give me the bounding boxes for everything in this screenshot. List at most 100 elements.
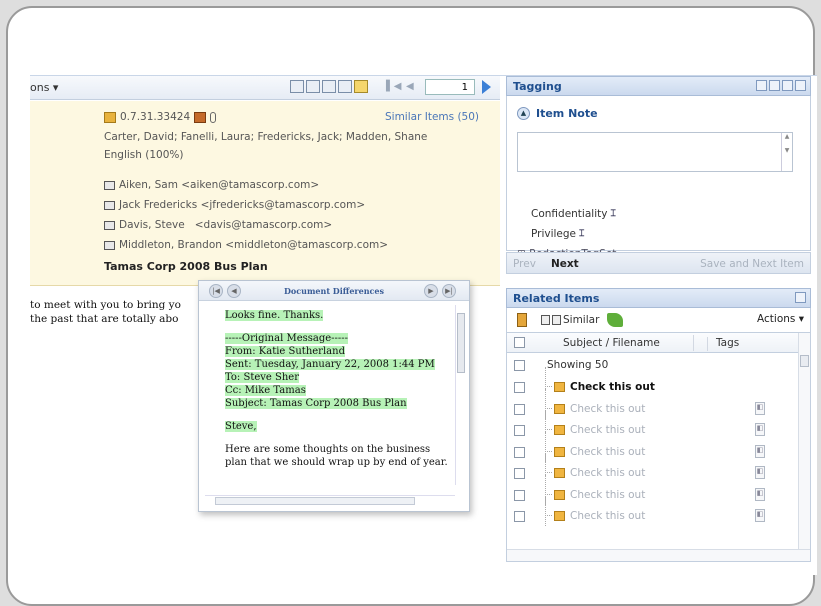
family-icon[interactable] bbox=[517, 313, 527, 327]
diff-line: Subject: Tamas Corp 2008 Bus Plan bbox=[225, 398, 407, 409]
table-row[interactable]: Check this out ◧ bbox=[507, 410, 800, 441]
related-items-title: Related Items bbox=[513, 292, 600, 305]
contact-card-icon bbox=[104, 200, 115, 210]
popup-horizontal-scrollbar[interactable] bbox=[205, 495, 455, 505]
popup-vertical-scrollbar[interactable] bbox=[455, 305, 465, 485]
language: English (100%) bbox=[104, 149, 184, 161]
row-checkbox[interactable] bbox=[514, 382, 525, 393]
similar-items-link[interactable]: Similar Items (50) bbox=[385, 111, 479, 123]
popup-last-icon[interactable]: ▶| bbox=[442, 284, 456, 298]
recipient-3[interactable]: Davis, Steve <davis@tamascorp.com> bbox=[104, 219, 332, 231]
similar-icon bbox=[552, 315, 561, 325]
table-row[interactable]: Check this out ◧ bbox=[507, 474, 800, 506]
popup-next-icon[interactable]: ▶ bbox=[424, 284, 438, 298]
tag-doc-icon[interactable]: ◧ bbox=[755, 401, 765, 415]
actions-menu[interactable]: ons ▾ bbox=[30, 81, 58, 94]
tagging-title: Tagging bbox=[513, 80, 562, 93]
related-items-header: Related Items bbox=[506, 288, 811, 308]
table-row[interactable]: Check this out ◧ bbox=[507, 431, 800, 463]
popout-icon[interactable] bbox=[795, 292, 806, 303]
tag-doc-icon[interactable]: ◧ bbox=[755, 444, 765, 458]
popout-icon[interactable] bbox=[795, 80, 806, 91]
email-icon bbox=[554, 446, 565, 457]
tag-doc-icon[interactable]: ◧ bbox=[755, 423, 765, 436]
item-note-section[interactable]: ▲ Item Note bbox=[517, 107, 598, 120]
collapse-icon[interactable] bbox=[769, 80, 780, 91]
row-checkbox[interactable] bbox=[514, 511, 525, 522]
email-icon bbox=[554, 489, 565, 500]
view-mode-button-5[interactable] bbox=[354, 80, 368, 93]
tag-tree-icon: ⌶ bbox=[579, 229, 585, 239]
view-mode-button-1[interactable] bbox=[290, 80, 304, 93]
select-all-checkbox[interactable] bbox=[514, 337, 525, 348]
table-row[interactable]: Check this out ◧ bbox=[507, 453, 800, 484]
row-checkbox[interactable] bbox=[514, 403, 525, 415]
email-icon bbox=[554, 511, 565, 521]
tagging-navigation: Prev Next Save and Next Item bbox=[506, 252, 811, 274]
participants: Carter, David; Fanelli, Laura; Frederick… bbox=[104, 131, 428, 143]
prev-button[interactable]: Prev bbox=[513, 258, 536, 270]
table-row[interactable]: Check this out ◧ bbox=[507, 496, 800, 527]
tagging-panel-header: Tagging bbox=[506, 76, 811, 96]
table-row[interactable]: Showing 50 bbox=[507, 355, 800, 376]
diff-line: Sent: Tuesday, January 22, 2008 1:44 PM bbox=[225, 359, 435, 370]
privilege-tag[interactable]: Privilege ⌶ bbox=[531, 228, 584, 240]
diff-line: To: Steve Sher bbox=[225, 372, 299, 383]
grid-horizontal-scrollbar[interactable] bbox=[507, 549, 810, 561]
row-subject: Check this out bbox=[570, 402, 646, 415]
body-line: plan that we should wrap up by end of ye… bbox=[225, 457, 448, 468]
save-and-next-button[interactable]: Save and Next Item bbox=[700, 258, 804, 270]
row-checkbox[interactable] bbox=[514, 468, 525, 479]
collapse-arrow-icon[interactable]: ▲ bbox=[517, 107, 530, 120]
showing-count: Showing 50 bbox=[547, 359, 609, 371]
tag-doc-icon[interactable]: ◧ bbox=[755, 509, 765, 522]
row-checkbox[interactable] bbox=[514, 489, 525, 501]
view-mode-buttons bbox=[290, 80, 368, 93]
item-note-input[interactable]: ▲ ▼ bbox=[517, 132, 793, 172]
next-button[interactable]: Next bbox=[551, 258, 579, 270]
leaf-icon[interactable] bbox=[607, 313, 624, 327]
viewer-toolbar: ons ▾ ▌◀ ◀ bbox=[30, 76, 500, 100]
col-subject[interactable]: Subject / Filename bbox=[563, 337, 660, 349]
expand-icon[interactable] bbox=[756, 80, 767, 91]
tag-doc-icon[interactable]: ◧ bbox=[755, 487, 765, 501]
table-row[interactable]: Check this out bbox=[507, 367, 800, 398]
email-icon bbox=[554, 382, 565, 392]
row-subject: Check this out bbox=[570, 510, 646, 522]
diff-line: From: Katie Sutherland bbox=[225, 346, 345, 357]
first-page-icon[interactable]: ▌◀ bbox=[386, 81, 401, 92]
book-icon bbox=[194, 111, 207, 123]
row-subject: Check this out bbox=[570, 381, 655, 393]
next-page-icon[interactable] bbox=[482, 80, 491, 94]
recipient-4[interactable]: Middleton, Brandon <middleton@tamascorp.… bbox=[104, 239, 388, 251]
similar-button[interactable]: Similar bbox=[541, 313, 624, 327]
recipient-1[interactable]: Aiken, Sam <aiken@tamascorp.com> bbox=[104, 179, 319, 191]
col-tags[interactable]: Tags bbox=[707, 337, 739, 351]
related-actions-menu[interactable]: Actions ▾ bbox=[757, 313, 804, 325]
prev-page-icon[interactable]: ◀ bbox=[406, 81, 414, 92]
row-subject: Check this out bbox=[570, 467, 646, 479]
page-number-input[interactable] bbox=[425, 79, 475, 95]
view-mode-button-4[interactable] bbox=[338, 80, 352, 93]
row-checkbox[interactable] bbox=[514, 446, 525, 458]
row-checkbox[interactable] bbox=[514, 360, 525, 371]
body-line: Here are some thoughts on the business bbox=[225, 444, 431, 455]
row-checkbox[interactable] bbox=[514, 425, 525, 436]
doc-id-row: 0.7.31.33424 bbox=[104, 111, 217, 123]
grid-header: Subject / Filename Tags bbox=[507, 333, 800, 353]
tag-doc-icon[interactable]: ◧ bbox=[755, 466, 765, 479]
document-viewer-pane: ons ▾ ▌◀ ◀ 0.7.31.33424 Similar Items (5… bbox=[30, 76, 500, 566]
recipient-2[interactable]: Jack Fredericks <jfredericks@tamascorp.c… bbox=[104, 199, 365, 211]
view-mode-button-3[interactable] bbox=[322, 80, 336, 93]
confidentiality-tag[interactable]: Confidentiality ⌶ bbox=[531, 208, 616, 220]
view-mode-button-2[interactable] bbox=[306, 80, 320, 93]
grid-vertical-scrollbar[interactable] bbox=[798, 333, 810, 550]
settings-icon[interactable] bbox=[782, 80, 793, 91]
diff-line: Steve, bbox=[225, 421, 257, 432]
related-items-toolbar: Similar Actions ▾ bbox=[506, 308, 811, 332]
attachment-icon bbox=[210, 111, 217, 123]
diff-line: Looks fine. Thanks. bbox=[225, 310, 324, 321]
table-row[interactable]: Check this out ◧ bbox=[507, 388, 800, 420]
note-scrollbar[interactable]: ▲ ▼ bbox=[781, 133, 792, 171]
application-window: ons ▾ ▌◀ ◀ 0.7.31.33424 Similar Items (5… bbox=[30, 75, 817, 575]
